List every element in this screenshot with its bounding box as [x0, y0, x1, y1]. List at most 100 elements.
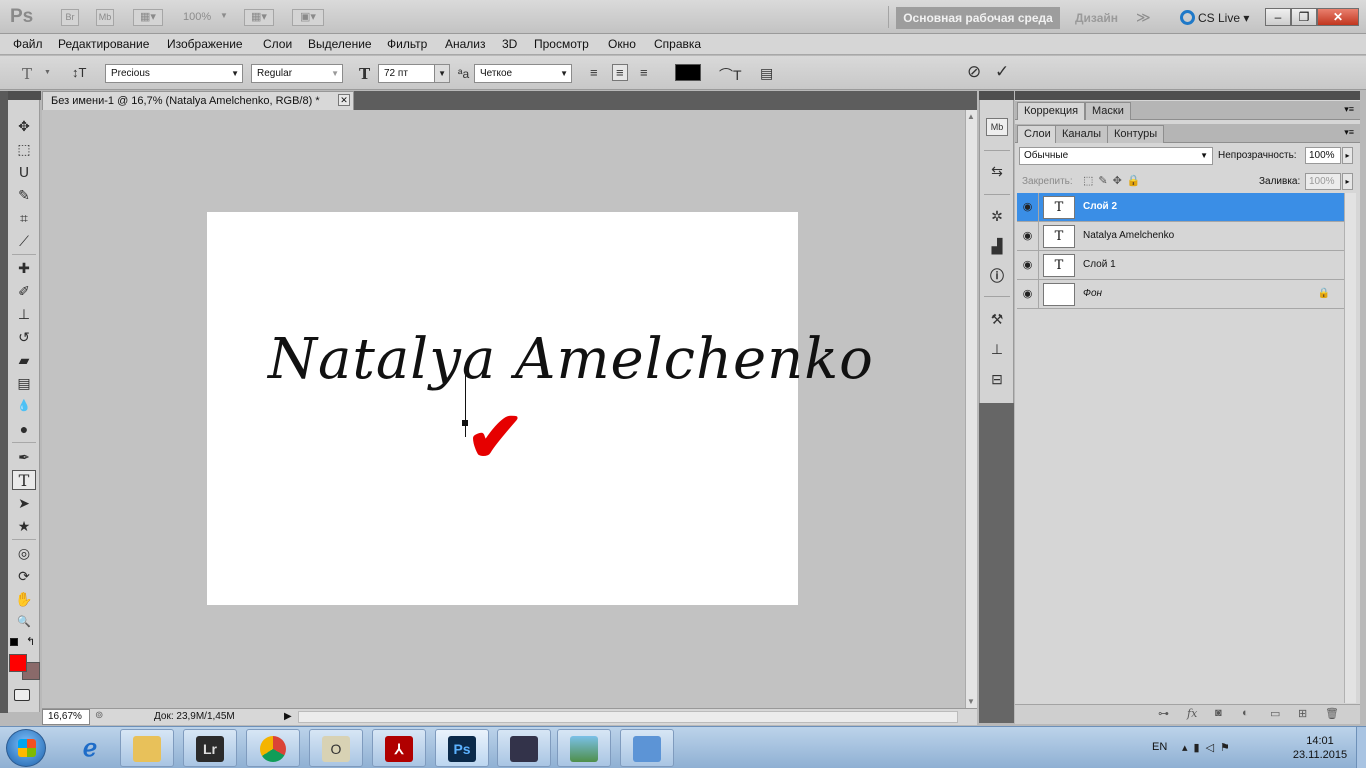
font-style-select[interactable]: Regular ▼	[251, 64, 343, 83]
start-button[interactable]	[6, 729, 46, 767]
tab-layers[interactable]: Слои	[1017, 125, 1058, 143]
layer-name[interactable]: Слой 2	[1083, 201, 1117, 212]
taskbar-explorer[interactable]	[120, 729, 174, 767]
fill-slider-icon[interactable]: ▸	[1342, 173, 1353, 190]
menu-edit[interactable]: Редактирование	[58, 37, 149, 51]
type-tool-icon[interactable]: T	[12, 470, 36, 490]
blur-tool-icon[interactable]: 💧	[12, 396, 36, 416]
workspace-essentials-button[interactable]: Основная рабочая среда	[896, 7, 1060, 29]
commit-edit-icon[interactable]: ✓	[995, 62, 1009, 82]
layer-row[interactable]: ◉ Фон 🔒	[1017, 280, 1344, 309]
navigator-icon[interactable]: ✲	[986, 205, 1008, 227]
workspace-more-icon[interactable]: ≫	[1136, 9, 1151, 26]
lasso-tool-icon[interactable]: ᑌ	[12, 162, 36, 182]
fill-field[interactable]: 100%	[1305, 173, 1341, 190]
new-group-icon[interactable]: ▭	[1270, 707, 1280, 720]
mini-bridge-icon[interactable]: Mb	[986, 118, 1008, 136]
lock-options-icons[interactable]: ⬚✎✥🔒	[1083, 174, 1146, 187]
type-tool-preset-icon[interactable]: T	[22, 65, 32, 83]
align-left-icon[interactable]: ≡	[590, 65, 598, 80]
panels-header[interactable]	[1015, 91, 1360, 100]
zoom-level[interactable]: 100%	[183, 11, 211, 23]
blend-mode-select[interactable]: Обычные ▼	[1019, 147, 1213, 165]
delete-layer-icon[interactable]: 🗑	[1325, 707, 1339, 720]
scroll-up-icon[interactable]: ▲	[967, 112, 975, 121]
taskbar-media[interactable]	[497, 729, 551, 767]
hand-tool-icon[interactable]: ✋	[12, 589, 36, 609]
bridge-button[interactable]: Br	[61, 9, 79, 26]
status-zoom-field[interactable]: 16,67%	[42, 709, 90, 725]
taskbar-acrobat[interactable]: ⅄	[372, 729, 426, 767]
menu-layer[interactable]: Слои	[263, 37, 292, 51]
view-extras-button[interactable]: ▦▾	[133, 9, 163, 26]
3d-orbit-tool-icon[interactable]: ⟳	[12, 566, 36, 586]
tab-channels[interactable]: Каналы	[1055, 125, 1109, 143]
menu-image[interactable]: Изображение	[167, 37, 243, 51]
quick-select-tool-icon[interactable]: ✎	[12, 185, 36, 205]
tool-preset-chevron-icon[interactable]: ▼	[44, 69, 51, 76]
adjustment-layer-icon[interactable]: ◐	[1242, 707, 1249, 719]
screen-mode-button[interactable]: ▣▾	[292, 9, 324, 26]
close-document-icon[interactable]: ✕	[338, 94, 350, 106]
link-layers-icon[interactable]: ⊶	[1158, 707, 1169, 720]
layer-mask-icon[interactable]: ◙	[1215, 707, 1222, 719]
cancel-edit-icon[interactable]: ⊘	[967, 62, 981, 82]
tools-panel-header[interactable]	[8, 91, 41, 100]
taskbar-lightroom[interactable]: Lr	[183, 729, 237, 767]
3d-rotate-tool-icon[interactable]: ◎	[12, 543, 36, 563]
cs-live-button[interactable]: CS Live ▾	[1180, 10, 1249, 25]
zoom-chevron-icon[interactable]: ▼	[220, 11, 228, 20]
tool-presets-icon[interactable]: ⚒	[986, 308, 1008, 330]
eye-icon[interactable]: ◉	[1017, 280, 1039, 308]
signature-text[interactable]: Natalya Amelchenko	[268, 327, 874, 392]
antialias-select[interactable]: Четкое ▼	[474, 64, 572, 83]
move-tool-icon[interactable]: ✥	[12, 116, 36, 136]
marquee-tool-icon[interactable]: ⬚	[12, 139, 36, 159]
layer-row[interactable]: ◉ T Natalya Amelchenko	[1017, 222, 1344, 251]
brush-tool-icon[interactable]: ✐	[12, 281, 36, 301]
stamp-tool-icon[interactable]: ⊥	[12, 304, 36, 324]
dock-header[interactable]	[979, 91, 1014, 100]
tab-masks[interactable]: Маски	[1085, 102, 1131, 120]
taskbar-control-panel[interactable]	[620, 729, 674, 767]
minimize-button[interactable]: –	[1265, 8, 1291, 26]
tray-icons[interactable]: ▴▮◁⚑	[1182, 741, 1236, 754]
layer-name[interactable]: Фон	[1083, 288, 1102, 299]
layer-name[interactable]: Слой 1	[1083, 259, 1116, 270]
menu-select[interactable]: Выделение	[308, 37, 372, 51]
menu-filter[interactable]: Фильтр	[387, 37, 427, 51]
horizontal-scrollbar[interactable]	[298, 711, 958, 723]
document-tab[interactable]: Без имени-1 @ 16,7% (Natalya Amelchenko,…	[42, 91, 354, 110]
menu-window[interactable]: Окно	[608, 37, 636, 51]
character-panel-icon[interactable]: ▤	[760, 65, 773, 82]
actions-icon[interactable]: ⊟	[986, 368, 1008, 390]
layer-row[interactable]: ◉ T Слой 1	[1017, 251, 1344, 280]
font-size-field[interactable]: 72 пт ▼	[378, 64, 450, 83]
panel-menu-icon[interactable]: ▾≡	[1344, 104, 1354, 115]
swap-colors-icon[interactable]: ↰	[26, 635, 35, 648]
menu-file[interactable]: Файл	[13, 37, 43, 51]
taskbar-chrome[interactable]	[246, 729, 300, 767]
clone-source-icon[interactable]: ⊥	[986, 338, 1008, 360]
layers-scrollbar[interactable]	[1344, 193, 1356, 703]
opacity-field[interactable]: 100%	[1305, 147, 1341, 164]
vertical-scrollbar[interactable]: ▲ ▼	[965, 110, 977, 708]
taskbar-photoshop[interactable]: Ps	[435, 729, 489, 767]
taskbar-ie[interactable]: ℯ	[63, 729, 117, 767]
tab-paths[interactable]: Контуры	[1107, 125, 1165, 143]
workspace-design-button[interactable]: Дизайн	[1075, 11, 1118, 25]
taskbar-photos[interactable]	[557, 729, 611, 767]
menu-analysis[interactable]: Анализ	[445, 37, 486, 51]
text-color-swatch[interactable]	[675, 64, 701, 81]
mini-bridge-button[interactable]: Mb	[96, 9, 114, 26]
eyedropper-tool-icon[interactable]: ⟋	[12, 231, 36, 251]
language-indicator[interactable]: EN	[1152, 741, 1167, 753]
info-icon[interactable]: ⓘ	[986, 265, 1008, 287]
clock[interactable]: 14:01 23.11.2015	[1290, 734, 1350, 762]
menu-view[interactable]: Просмотр	[534, 37, 589, 51]
text-orientation-icon[interactable]: ↕T	[72, 65, 86, 80]
menu-3d[interactable]: 3D	[502, 37, 517, 51]
pen-tool-icon[interactable]: ✒	[12, 447, 36, 467]
healing-tool-icon[interactable]: ✚	[12, 258, 36, 278]
warp-text-icon[interactable]: ⌒T	[719, 65, 742, 85]
